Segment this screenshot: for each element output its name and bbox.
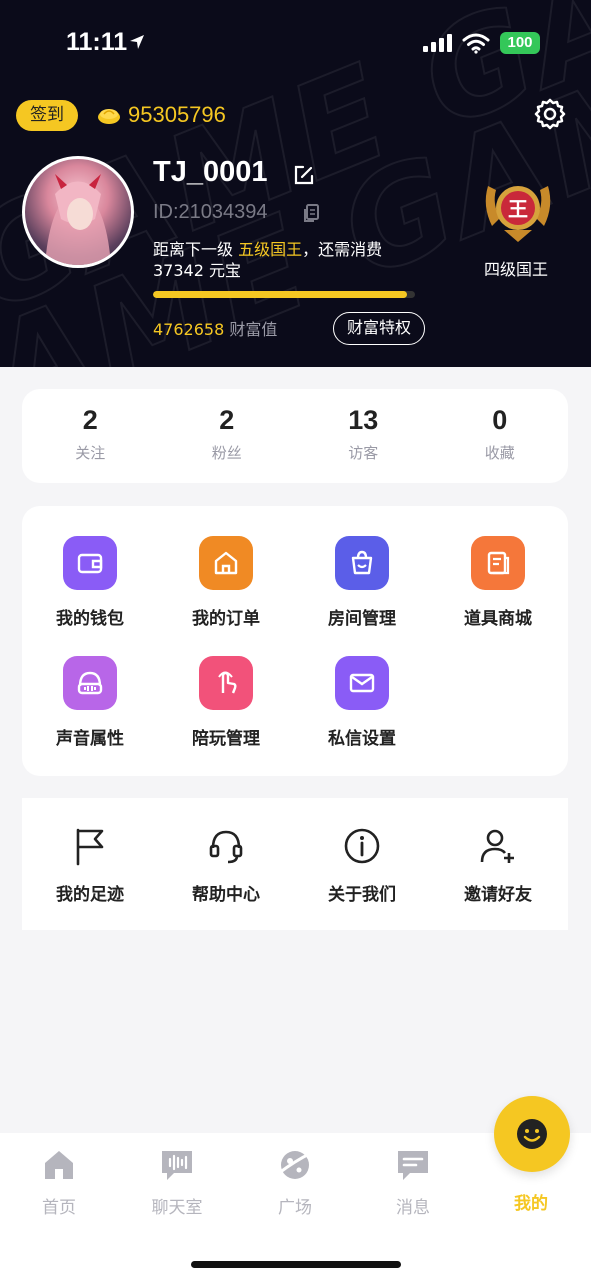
home-icon: [45, 1151, 73, 1179]
stat-visitors[interactable]: 13 访客: [295, 389, 432, 483]
stat-label: 访客: [348, 444, 379, 462]
battery-indicator: 100: [500, 32, 540, 54]
feature-label: 私信设置: [328, 729, 396, 749]
stat-favorites[interactable]: 0 收藏: [432, 389, 569, 483]
utility-help-center[interactable]: 帮助中心: [158, 826, 294, 905]
feature-label: 房间管理: [328, 609, 396, 629]
utility-label: 关于我们: [328, 885, 396, 905]
feature-orders[interactable]: 我的订单: [158, 536, 294, 629]
feature-label: 道具商城: [464, 609, 532, 629]
level-progress-bar: [153, 291, 415, 298]
coin-icon: [96, 104, 122, 130]
status-time: 11:11: [66, 28, 128, 56]
wealth-privilege-button[interactable]: 财富特权: [333, 312, 425, 345]
companion-icon: [199, 656, 253, 710]
voice-icon: [63, 656, 117, 710]
tab-square[interactable]: 广场: [250, 1147, 340, 1218]
feature-label: 陪玩管理: [192, 729, 260, 749]
utility-footprint[interactable]: 我的足迹: [22, 826, 158, 905]
stat-following[interactable]: 2 关注: [22, 389, 159, 483]
flag-icon: [76, 828, 104, 866]
stat-label: 收藏: [484, 444, 515, 462]
square-icon: [278, 1151, 312, 1179]
utility-label: 我的足迹: [56, 885, 124, 905]
feature-companion-management[interactable]: 陪玩管理: [158, 656, 294, 749]
add-user-icon: [480, 829, 514, 863]
stat-label: 关注: [75, 444, 106, 462]
me-floating-button[interactable]: [494, 1096, 570, 1172]
current-level-label: 四级国王: [484, 260, 549, 279]
username: TJ_0001: [153, 156, 268, 188]
info-icon: [344, 828, 380, 864]
feature-room-management[interactable]: 房间管理: [294, 536, 430, 629]
tab-label: 首页: [42, 1198, 76, 1218]
tab-chat-room[interactable]: 聊天室: [132, 1147, 222, 1218]
edit-profile-icon[interactable]: [292, 163, 316, 191]
level-progress-fill: [153, 291, 408, 298]
order-icon: [199, 536, 253, 590]
utility-about-us[interactable]: 关于我们: [294, 826, 430, 905]
feature-item-store[interactable]: 道具商城: [430, 536, 566, 629]
tab-label: 聊天室: [151, 1198, 203, 1218]
store-icon: [471, 536, 525, 590]
utility-label: 帮助中心: [192, 885, 260, 905]
home-indicator: [191, 1261, 401, 1268]
features-card: 我的钱包 我的订单 房间管理 道具商城 声音属性 陪玩管理 私信设置: [22, 506, 568, 776]
user-avatar[interactable]: [22, 156, 134, 268]
tab-messages[interactable]: 消息: [368, 1147, 458, 1218]
message-icon: [398, 1151, 428, 1180]
feature-voice-attributes[interactable]: 声音属性: [22, 656, 158, 749]
wealth-label: 财富值: [224, 320, 278, 339]
tab-home[interactable]: 首页: [14, 1147, 104, 1218]
stat-value: 2: [82, 405, 98, 435]
tab-label: 广场: [278, 1198, 312, 1218]
stats-card: 2 关注 2 粉丝 13 访客 0 收藏: [22, 389, 568, 483]
feature-message-settings[interactable]: 私信设置: [294, 656, 430, 749]
room-icon: [335, 536, 389, 590]
headset-icon: [209, 830, 243, 864]
utilities-card: 我的足迹 帮助中心 关于我们 邀请好友: [22, 798, 568, 930]
feature-label: 声音属性: [56, 729, 124, 749]
user-id: ID:21034394: [153, 201, 268, 223]
next-level-hint: 距离下一级 五级国王，还需消费 37342 元宝: [153, 239, 423, 281]
tab-label: 消息: [396, 1198, 430, 1218]
copy-id-icon[interactable]: [302, 203, 322, 227]
stat-value: 2: [219, 405, 235, 435]
feature-label: 我的订单: [192, 609, 260, 629]
chat-room-icon: [162, 1151, 192, 1180]
cellular-signal-icon: [423, 34, 452, 52]
signin-button[interactable]: 签到: [16, 100, 78, 131]
settings-gear-icon[interactable]: [533, 97, 567, 135]
location-arrow-icon: [128, 33, 146, 55]
wealth-number: 4762658: [153, 320, 225, 339]
me-icon: [517, 1119, 547, 1149]
tab-label: 我的: [514, 1194, 548, 1214]
status-bar: 11:11 100: [0, 28, 591, 62]
wifi-icon: [462, 32, 490, 58]
next-level-name: 五级国王: [238, 240, 303, 259]
wealth-value: 4762658 财富值: [153, 316, 277, 340]
feature-wallet[interactable]: 我的钱包: [22, 536, 158, 629]
stat-value: 0: [492, 405, 508, 435]
king-badge-icon: 王: [478, 176, 558, 248]
wallet-icon: [63, 536, 117, 590]
utility-invite-friends[interactable]: 邀请好友: [430, 826, 566, 905]
svg-text:王: 王: [508, 197, 528, 221]
feature-label: 我的钱包: [56, 609, 124, 629]
level-hint-prefix: 距离下一级: [153, 240, 239, 259]
stat-label: 粉丝: [211, 444, 242, 462]
message-settings-icon: [335, 656, 389, 710]
stat-followers[interactable]: 2 粉丝: [159, 389, 296, 483]
utility-label: 邀请好友: [464, 885, 532, 905]
stat-value: 13: [348, 405, 379, 435]
coin-balance: 95305796: [128, 102, 226, 127]
